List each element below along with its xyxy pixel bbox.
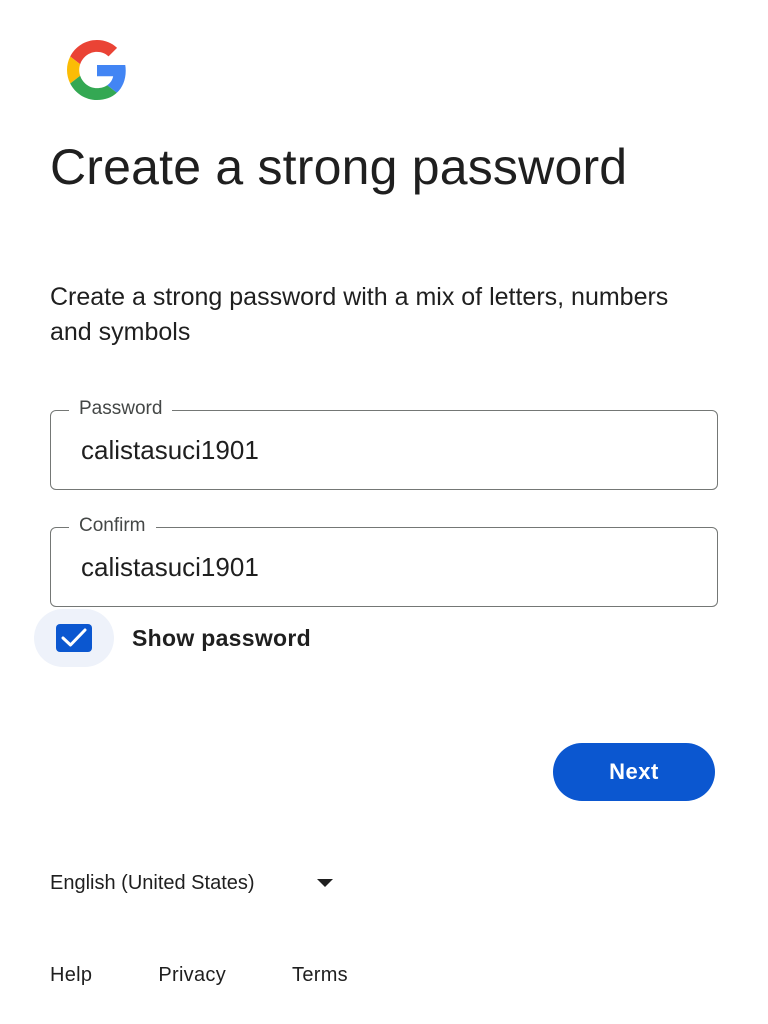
password-input[interactable] xyxy=(81,411,681,489)
language-selected-label[interactable]: English (United States) xyxy=(50,872,255,895)
page-subtitle: Create a strong password with a mix of l… xyxy=(50,283,669,346)
help-link[interactable]: Help xyxy=(50,964,92,987)
checkmark-icon xyxy=(61,628,87,647)
language-selector[interactable]: English (United States) xyxy=(50,868,333,898)
privacy-link[interactable]: Privacy xyxy=(158,964,226,987)
confirm-input[interactable] xyxy=(81,528,681,606)
password-field[interactable]: Password xyxy=(50,398,718,490)
page-title: Create a strong password xyxy=(50,139,628,195)
show-password-label[interactable]: Show password xyxy=(132,625,311,652)
create-password-page: Create a strong password Create a strong… xyxy=(0,0,768,1024)
show-password-toggle[interactable]: Show password xyxy=(34,609,311,667)
footer-links: Help Privacy Terms xyxy=(50,964,414,987)
caret-down-icon[interactable] xyxy=(316,879,333,887)
google-logo-icon xyxy=(56,40,138,100)
confirm-field[interactable]: Confirm xyxy=(50,515,718,607)
terms-link[interactable]: Terms xyxy=(292,964,348,987)
show-password-checkbox[interactable] xyxy=(56,624,92,652)
show-password-checkbox-halo[interactable] xyxy=(34,609,114,667)
next-button[interactable]: Next xyxy=(553,743,715,801)
